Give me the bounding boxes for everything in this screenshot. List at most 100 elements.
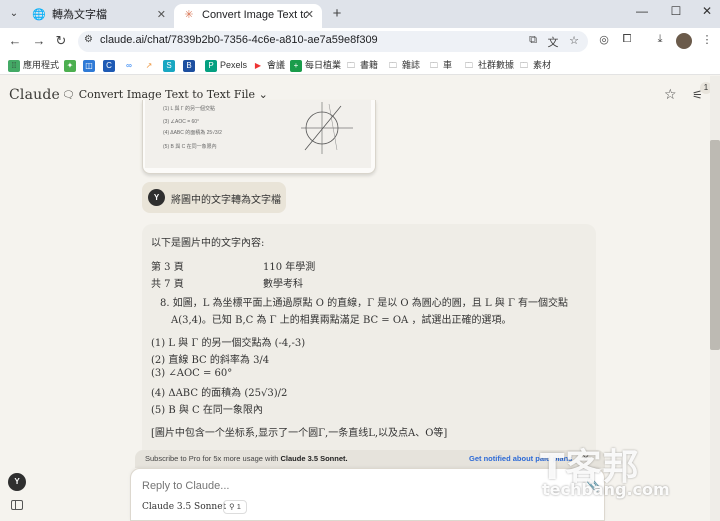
bookmark-icon-3[interactable]: C: [103, 58, 118, 72]
tab-inactive[interactable]: 🌐 轉為文字檔 ✕: [24, 4, 174, 28]
install-icon[interactable]: ⧉: [525, 34, 541, 47]
address-bar[interactable]: ⚙ claude.ai/chat/7839b2b0-7356-4c6e-a810…: [78, 31, 588, 52]
folder-icon: 🗀: [465, 60, 473, 70]
folder-icon: 🗀: [520, 60, 528, 70]
reply-question-line-2: A(3,4)。已知 B,C 為 Γ 上的相異兩點滿足 BC = OA ，試選出正…: [171, 315, 512, 326]
download-icon[interactable]: ⤓: [652, 33, 668, 46]
url-text: claude.ai/chat/7839b2b0-7356-4c6e-a810-a…: [100, 34, 378, 46]
bookmark-folder-magazines[interactable]: 🗀 雜誌: [387, 58, 420, 72]
user-message-text: 將圖中的文字轉為文字檔: [171, 195, 281, 206]
reply-option: (1) L 與 Γ 的另一個交點為 (-4,-3): [151, 338, 306, 349]
bookmark-folder-car[interactable]: 🗀 車: [428, 58, 452, 72]
bookmarks-bar: ⁞⁞ 應用程式 ✦ ◫ C ∞ ↗ S B P Pexels ▶ 會議 + 每日植業 🗀…: [0, 55, 720, 75]
bookmark-icon-1[interactable]: ✦: [64, 58, 79, 72]
chart-icon: ↗: [143, 59, 155, 72]
chat-bubble-icon: 🗨: [62, 90, 75, 101]
scrollbar-thumb[interactable]: [710, 140, 720, 350]
bookmark-meeting[interactable]: ▶ 會議: [252, 58, 285, 72]
play-icon: ▶: [252, 59, 264, 72]
bookmark-icon-7[interactable]: B: [183, 58, 198, 72]
minimize-button[interactable]: —: [632, 4, 652, 18]
reply-option: (5) B 與 C 在同一象限內: [151, 405, 263, 416]
globe-icon: 🌐: [32, 9, 46, 22]
reply-input[interactable]: [142, 480, 572, 492]
reply-total: 共 7 頁: [151, 279, 184, 290]
reply-year: 110 年學測: [263, 262, 316, 273]
image-text-line: (4) ΔABC 的面積為 25√3/2: [163, 130, 222, 136]
close-icon[interactable]: ✕: [157, 4, 166, 26]
leaf-icon: ✦: [64, 59, 76, 72]
bookmark-daily[interactable]: + 每日植業: [290, 58, 341, 72]
maximize-button[interactable]: ☐: [666, 4, 686, 18]
reply-option: (4) ΔABC 的面積為 (25√3)/2: [151, 388, 288, 399]
plus-icon: +: [290, 59, 302, 72]
reply-intro: 以下是圖片中的文字內容:: [151, 238, 265, 249]
folder-icon: 🗀: [347, 60, 355, 70]
bookmark-folder-social[interactable]: 🗀 社群數據: [463, 58, 514, 72]
browser-toolbar: ← → ↻ ⚙ claude.ai/chat/7839b2b0-7356-4c6…: [0, 28, 720, 55]
user-avatar: Y: [148, 189, 165, 206]
bookmark-icon-6[interactable]: S: [163, 58, 178, 72]
meta-icon: ∞: [123, 59, 135, 72]
site-info-icon[interactable]: ⚙: [84, 34, 93, 45]
assistant-response: 以下是圖片中的文字內容: 第 3 頁 110 年學測 共 7 頁 數學考科 8.…: [142, 224, 596, 464]
star-icon[interactable]: ☆: [664, 86, 677, 103]
style-chip[interactable]: ⚲ 1: [223, 500, 247, 514]
profile-avatar[interactable]: [676, 33, 692, 49]
user-message: Y 將圖中的文字轉為文字檔: [142, 182, 286, 213]
tab-active[interactable]: ✳ Convert Image Text to Text File ✕: [174, 4, 322, 28]
circle-diagram: [301, 102, 353, 154]
reply-note: [圖片中包含一个坐标系,显示了一个圆Γ,一条直线L,以及点A、O等]: [151, 428, 448, 439]
model-selector[interactable]: Claude 3.5 Sonnet: [142, 502, 226, 512]
s-icon: S: [163, 59, 175, 72]
uploaded-image-card[interactable]: (1) L 與 Γ 的另一個交點 (3) ∠AOC = 60° (4) ΔABC…: [142, 100, 376, 174]
folder-icon: 🗀: [430, 60, 438, 70]
reply-option: (2) 直線 BC 的斜率為 3/4: [151, 355, 270, 366]
close-window-button[interactable]: ✕: [697, 4, 717, 18]
image-text-line: (5) B 與 C 在同一象限內: [163, 144, 217, 150]
bookmark-pexels[interactable]: P Pexels: [205, 58, 247, 72]
sidebar-toggle-icon[interactable]: [11, 500, 23, 510]
menu-icon[interactable]: ⋮: [699, 33, 715, 46]
banner-text: Subscribe to Pro for 5x more usage with …: [145, 454, 348, 463]
reply-subject: 數學考科: [263, 279, 303, 290]
forward-button[interactable]: →: [30, 32, 48, 50]
watermark: T客邦 techbang.com: [540, 438, 710, 499]
reply-question-line-1: 8. 如圖，L 為坐標平面上通過原點 O 的直線，Γ 是以 O 為圓心的圓，且 …: [160, 298, 569, 309]
style-icon: ⚲: [229, 502, 235, 511]
image-text-line: (3) ∠AOC = 60°: [163, 119, 200, 125]
claude-logo[interactable]: Claude: [9, 87, 60, 103]
tab-title: 轉為文字檔: [52, 9, 107, 22]
bookmark-icon-5[interactable]: ↗: [143, 58, 158, 72]
tab-title: Convert Image Text to Text File: [202, 9, 307, 22]
watermark-domain: techbang.com: [542, 480, 670, 499]
new-tab-button[interactable]: +: [328, 5, 346, 23]
extension-icon[interactable]: ◎: [596, 33, 612, 46]
bookmark-star-icon[interactable]: ☆: [566, 34, 582, 47]
translate-icon[interactable]: 文: [545, 34, 561, 50]
reload-button[interactable]: ↻: [52, 32, 70, 50]
tab-strip: ⌄ 🌐 轉為文字檔 ✕ ✳ Convert Image Text to Text F…: [0, 0, 720, 28]
puzzle-icon[interactable]: ⧠: [619, 33, 635, 46]
back-button[interactable]: ←: [6, 32, 24, 50]
app-icon: ◫: [83, 59, 95, 72]
bookmark-folder-materials[interactable]: 🗀 素材: [518, 58, 551, 72]
c-icon: C: [103, 59, 115, 72]
grid-icon: ⁞⁞: [8, 59, 20, 72]
b-icon: B: [183, 59, 195, 72]
upgrade-banner: Subscribe to Pro for 5x more usage with …: [135, 450, 605, 468]
account-avatar[interactable]: Y: [8, 473, 26, 491]
reply-composer: 📎 Claude 3.5 Sonnet ⚲ 1: [130, 468, 605, 521]
uploaded-image: (1) L 與 Γ 的另一個交點 (3) ∠AOC = 60° (4) ΔABC…: [145, 100, 371, 168]
tab-search-button[interactable]: ⌄: [5, 5, 23, 23]
pexels-icon: P: [205, 59, 217, 72]
bookmark-icon-2[interactable]: ◫: [83, 58, 98, 72]
folder-icon: 🗀: [389, 60, 397, 70]
bookmark-icon-4[interactable]: ∞: [123, 58, 138, 72]
image-text-line: (1) L 與 Γ 的另一個交點: [163, 106, 216, 112]
bookmark-folder-books[interactable]: 🗀 書籍: [345, 58, 378, 72]
reply-option: (3) ∠AOC = 60°: [151, 368, 233, 379]
bookmark-apps[interactable]: ⁞⁞ 應用程式: [8, 58, 59, 72]
reply-page: 第 3 頁: [151, 262, 184, 273]
close-icon[interactable]: ✕: [305, 4, 314, 26]
